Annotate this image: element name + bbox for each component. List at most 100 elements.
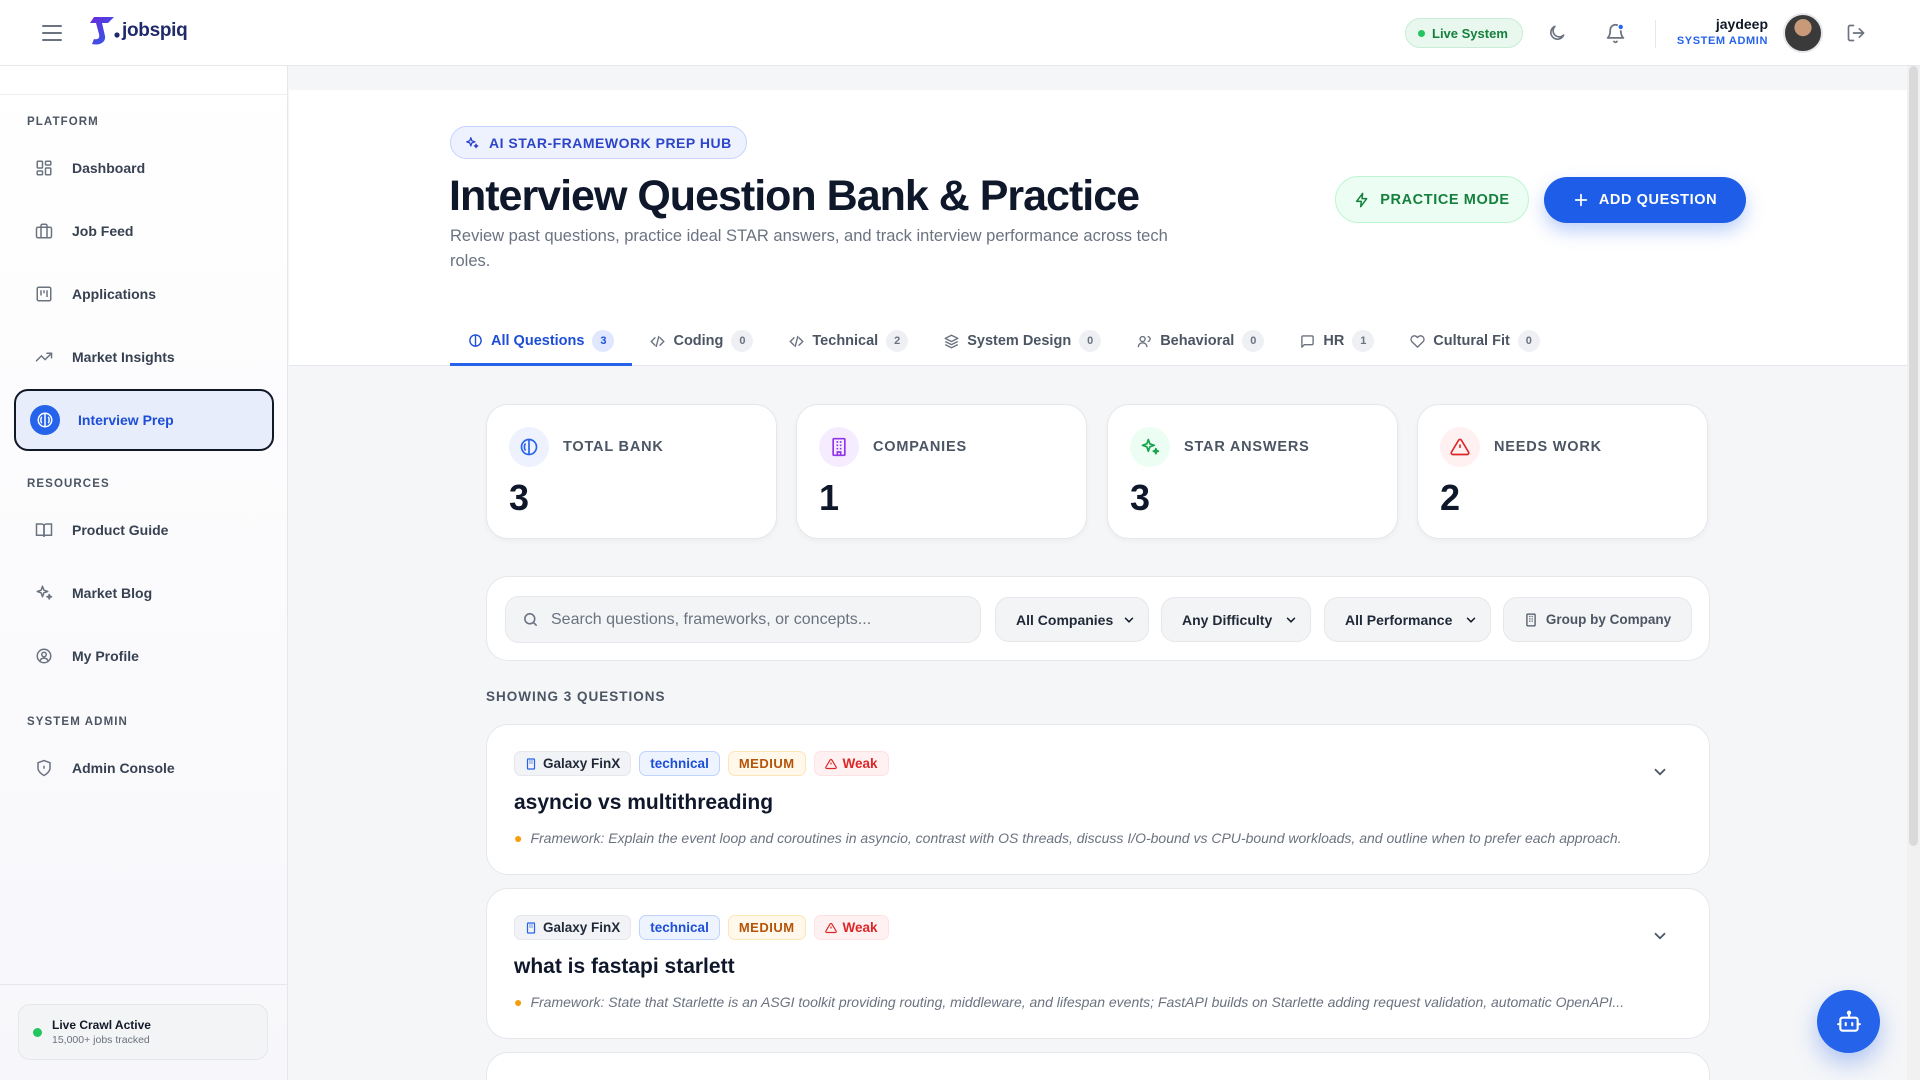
question-card[interactable]: Galaxy FinX technical MEDIUM Weak what i… [486, 888, 1710, 1039]
bell-icon[interactable] [1602, 20, 1628, 46]
question-title: what is fastapi starlett [514, 955, 735, 978]
sidebar-item-label: Job Feed [72, 223, 134, 239]
tab-cultural-fit[interactable]: Cultural Fit 0 [1392, 318, 1558, 364]
sidebar-item-label: Product Guide [72, 522, 169, 538]
zap-icon [1356, 192, 1368, 207]
tab-behavioral[interactable]: Behavioral 0 [1119, 318, 1282, 364]
bot-icon [1836, 1010, 1861, 1032]
status-dot-icon [1418, 29, 1425, 37]
tab-count: 0 [731, 330, 754, 352]
practice-mode-label: PRACTICE MODE [1380, 191, 1510, 208]
stat-value: 3 [509, 477, 530, 518]
company-tag: Galaxy FinX [514, 751, 632, 776]
tab-count: 1 [1352, 330, 1375, 352]
scrollbar-thumb[interactable] [1909, 66, 1918, 846]
user-name: jaydeep [1715, 16, 1768, 32]
chevron-down-icon[interactable] [1651, 763, 1669, 781]
ai-assistant-button[interactable] [1817, 990, 1880, 1053]
practice-mode-button[interactable]: PRACTICE MODE [1335, 176, 1529, 223]
add-question-button[interactable]: ADD QUESTION [1544, 177, 1746, 223]
tab-count: 0 [1517, 330, 1540, 352]
company-select[interactable]: All Companies [995, 597, 1149, 642]
page-scrollbar[interactable] [1907, 66, 1920, 1080]
book-icon [34, 520, 54, 540]
search-box[interactable] [505, 596, 981, 643]
sidebar-item-label: Market Insights [72, 349, 175, 365]
tab-technical[interactable]: Technical 2 [771, 318, 926, 364]
difficulty-tag: MEDIUM [727, 915, 806, 940]
sidebar-item-market-blog[interactable]: Market Blog [14, 565, 274, 621]
tab-all-questions[interactable]: All Questions 3 [450, 318, 633, 366]
chevron-down-icon[interactable] [1651, 927, 1669, 945]
difficulty-select-value: Any Difficulty [1182, 611, 1273, 628]
type-tag: technical [639, 751, 720, 776]
lightbulb-icon: ● [514, 830, 523, 846]
header-divider [1655, 20, 1656, 48]
menu-icon[interactable] [40, 22, 64, 44]
alert-triangle-icon [1440, 427, 1480, 467]
alert-triangle-icon [824, 758, 837, 769]
search-input[interactable] [551, 610, 961, 629]
framework-text: Framework: Explain the event loop and co… [530, 830, 1622, 846]
group-by-company-label: Group by Company [1545, 612, 1672, 627]
code-icon [650, 335, 666, 347]
sidebar-item-interview-prep[interactable]: Interview Prep [14, 389, 274, 451]
tab-label: Coding [673, 333, 724, 349]
tab-label: Cultural Fit [1433, 333, 1510, 349]
tab-hr[interactable]: HR 1 [1282, 318, 1392, 364]
logo-icon [90, 17, 120, 45]
logout-icon[interactable] [1843, 20, 1869, 46]
chevron-down-icon [1124, 616, 1134, 623]
performance-tag: Weak [813, 751, 889, 776]
page-subtitle: Review past questions, practice ideal ST… [450, 227, 1168, 270]
question-title: asyncio vs multithreading [514, 791, 774, 814]
company-tag: Galaxy FinX [514, 915, 632, 940]
sidebar-item-admin-console[interactable]: Admin Console [14, 740, 274, 796]
search-icon [524, 613, 537, 626]
stat-card-needs-work: NEEDS WORK 2 [1417, 404, 1708, 539]
sidebar-section-resources: RESOURCES [27, 478, 110, 490]
framework-text: Framework: State that Starlette is an AS… [530, 994, 1625, 1010]
moon-icon[interactable] [1544, 20, 1570, 46]
sidebar-item-my-profile[interactable]: My Profile [14, 628, 274, 684]
logo[interactable]: jobspiq [88, 14, 188, 48]
brain-icon [509, 427, 549, 467]
sidebar-item-market-insights[interactable]: Market Insights [14, 329, 274, 385]
question-card[interactable]: Galaxy FinX technical MEDIUM Weak asynci… [486, 724, 1710, 875]
user-menu[interactable]: jaydeep SYSTEM ADMIN [1677, 16, 1768, 47]
difficulty-select[interactable]: Any Difficulty [1161, 597, 1311, 642]
stat-value: 3 [1130, 477, 1151, 518]
avatar[interactable] [1783, 13, 1823, 53]
building-icon [526, 921, 536, 934]
user-role: SYSTEM ADMIN [1676, 35, 1768, 47]
group-by-company-button[interactable]: Group by Company [1503, 597, 1692, 642]
tab-system-design[interactable]: System Design 0 [926, 318, 1119, 364]
sidebar-divider [0, 984, 288, 985]
sidebar-item-product-guide[interactable]: Product Guide [14, 502, 274, 558]
logo-text: jobspiq [122, 20, 188, 41]
add-question-label: ADD QUESTION [1598, 192, 1718, 208]
question-framework: ● Framework: Explain the event loop and … [514, 830, 1674, 846]
users-icon [1137, 335, 1151, 347]
sidebar-item-job-feed[interactable]: Job Feed [14, 203, 274, 259]
tab-label: System Design [967, 333, 1072, 349]
sidebar-item-label: Dashboard [72, 160, 146, 176]
sidebar-section-admin: SYSTEM ADMIN [27, 716, 128, 728]
sidebar-item-dashboard[interactable]: Dashboard [14, 140, 274, 196]
live-system-label: Live System [1432, 25, 1508, 41]
performance-select[interactable]: All Performance [1324, 597, 1491, 642]
live-crawl-status: Live Crawl Active 15,000+ jobs tracked [18, 1004, 268, 1060]
filter-bar: All Companies Any Difficulty All Perform… [486, 576, 1710, 661]
company-tag-label: Galaxy FinX [543, 920, 621, 935]
company-select-value: All Companies [1016, 611, 1114, 628]
question-card[interactable] [486, 1052, 1710, 1080]
prep-hub-badge: AI STAR-FRAMEWORK PREP HUB [450, 126, 747, 159]
question-framework: ● Framework: State that Starlette is an … [514, 994, 1674, 1010]
category-tabs: All Questions 3 Coding 0 Technical 2 Sys… [450, 318, 1558, 366]
sidebar: PLATFORM Dashboard Job Feed Applications… [0, 66, 288, 1080]
status-dot-icon [33, 1027, 42, 1037]
tab-coding[interactable]: Coding 0 [632, 318, 771, 364]
sidebar-divider [0, 94, 288, 95]
sidebar-item-applications[interactable]: Applications [14, 266, 274, 322]
stat-label: STAR ANSWERS [1184, 439, 1310, 455]
